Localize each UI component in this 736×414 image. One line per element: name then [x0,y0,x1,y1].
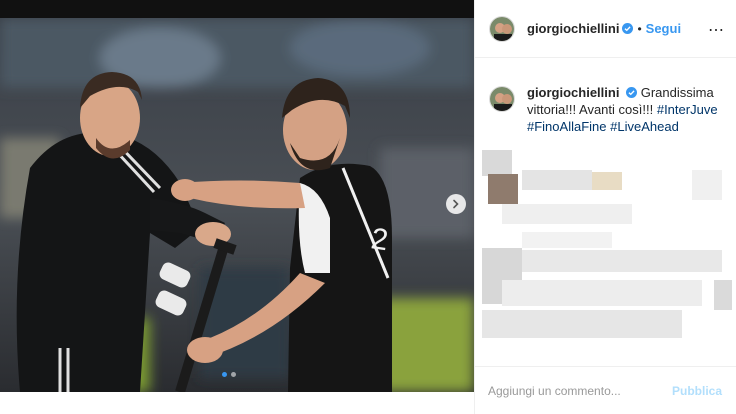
verified-badge-icon [626,87,638,98]
carousel-dot [231,372,236,377]
pixelated-comments [482,140,732,350]
caption-username[interactable]: giorgiochiellini [527,85,619,100]
carousel-dot-active [222,372,227,377]
comment-input[interactable] [488,383,672,398]
caption-avatar[interactable] [489,86,515,112]
carousel-next-button[interactable] [446,194,466,214]
more-options-icon[interactable]: ⋯ [708,20,725,40]
separator-dot: • [637,21,642,36]
post-header: giorgiochiellini • Segui ⋯ [475,0,736,58]
chevron-right-icon [453,199,459,209]
avatar-image [490,87,514,111]
hashtag-link[interactable]: #FinoAllaFine [527,119,607,134]
photo-illustration: 2 [0,18,474,392]
avatar-image [490,16,514,41]
caption-text: giorgiochiellini Grandissima vittoria!!!… [527,84,723,135]
carousel-indicator [222,372,236,377]
hashtag-link[interactable]: #LiveAhead [610,119,679,134]
instagram-post-frame: 2 giorgiochiellini • Segui ⋯ giorgiochie… [0,0,736,414]
post-caption: giorgiochiellini Grandissima vittoria!!!… [489,84,729,135]
avatar[interactable] [489,15,515,42]
publish-button[interactable]: Pubblica [672,384,722,398]
hashtag-link[interactable]: #InterJuve [657,102,718,117]
post-photo[interactable]: 2 [0,18,474,392]
comment-bar: Pubblica [474,366,736,414]
verified-badge-icon [622,23,634,34]
follow-button[interactable]: Segui [646,21,681,36]
username-link[interactable]: giorgiochiellini [527,21,619,36]
